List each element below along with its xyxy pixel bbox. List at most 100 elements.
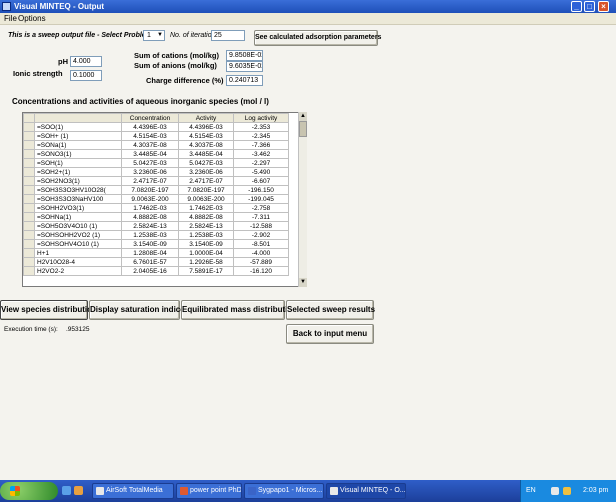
- menu-bar: File Options: [0, 13, 616, 25]
- charge-difference-label: Charge difference (%): [146, 76, 224, 85]
- row-selector[interactable]: [23, 140, 35, 150]
- log-activity-cell: -199.045: [233, 194, 289, 204]
- back-to-input-menu-button[interactable]: Back to input menu: [286, 324, 374, 344]
- activity-cell: 4.3037E-08: [178, 140, 234, 150]
- table-row[interactable]: =SONa(1) 4.3037E-08 4.3037E-08 -7.366: [23, 140, 289, 150]
- log-activity-column-header[interactable]: Log activity: [233, 113, 289, 123]
- quicklaunch-browser-icon[interactable]: [62, 486, 71, 495]
- activity-cell: 2.5824E-13: [178, 221, 234, 231]
- table-row[interactable]: =SOH+ (1) 4.5154E-03 4.5154E-03 -2.345: [23, 131, 289, 141]
- table-row[interactable]: =SOHH2VO3(1) 1.7462E-03 1.7462E-03 -2.758: [23, 203, 289, 213]
- table-row[interactable]: =SOH5O3V4O10 (1) 2.5824E-13 2.5824E-13 -12.…: [23, 221, 289, 231]
- table-row[interactable]: =SOH2NO3(1) 2.4717E-07 2.4717E-07 -6.607: [23, 176, 289, 186]
- activity-cell: 2.4717E-07: [178, 176, 234, 186]
- start-button[interactable]: [0, 482, 58, 500]
- language-indicator[interactable]: EN: [526, 487, 536, 494]
- problem-select[interactable]: 1 ▼: [143, 30, 165, 41]
- view-species-distribution-button[interactable]: View species distribution: [0, 300, 97, 320]
- species-cell: =SONa(1): [34, 140, 122, 150]
- table-row[interactable]: =SOH(1) 5.0427E-03 5.0427E-03 -2.297: [23, 158, 289, 168]
- row-selector[interactable]: [23, 158, 35, 168]
- row-selector[interactable]: [23, 167, 35, 177]
- row-selector[interactable]: [23, 185, 35, 195]
- species-cell: =SOH5O3V4O10 (1): [34, 221, 122, 231]
- row-selector[interactable]: [23, 194, 35, 204]
- table-row[interactable]: H2V10O28-4 6.7601E-57 1.2926E-58 -57.889: [23, 257, 289, 267]
- close-icon[interactable]: ×: [598, 1, 609, 12]
- taskbar-item-airsoft[interactable]: AirSoft TotalMedia: [92, 483, 174, 499]
- sweep-label: This is a sweep output file - Select Pro…: [8, 32, 165, 39]
- table-row[interactable]: =SOH3S3O3HV10O28(7.0820E-197 7.0820E-197-…: [23, 185, 289, 195]
- activity-cell: 3.4485E-04: [178, 149, 234, 159]
- table-row[interactable]: =SOH2+(1) 3.2360E-06 3.2360E-06 -5.490: [23, 167, 289, 177]
- execution-time-label: Execution time (s):: [4, 326, 58, 333]
- execution-time-value: .953125: [66, 326, 90, 333]
- species-cell: =SOH+ (1): [34, 131, 122, 141]
- chevron-down-icon: ▼: [157, 32, 163, 38]
- table-row[interactable]: =SOHNa(1) 4.8882E-08 4.8882E-08 -7.311: [23, 212, 289, 222]
- species-table-heading: Concentrations and activities of aqueous…: [12, 97, 269, 106]
- concentration-cell: 4.8882E-08: [121, 212, 179, 222]
- row-selector[interactable]: [23, 149, 35, 159]
- row-selector[interactable]: [23, 212, 35, 222]
- row-selector[interactable]: [23, 221, 35, 231]
- row-selector[interactable]: [23, 122, 35, 132]
- scroll-down-icon[interactable]: ▼: [299, 278, 307, 287]
- row-selector[interactable]: [23, 131, 35, 141]
- quicklaunch-folder-icon[interactable]: [74, 486, 83, 495]
- activity-cell: 4.5154E-03: [178, 131, 234, 141]
- table-row[interactable]: H+1 1.2808E-04 1.0000E-04 -4.000: [23, 248, 289, 258]
- selected-sweep-results-button[interactable]: Selected sweep results: [286, 300, 375, 320]
- row-selector[interactable]: [23, 203, 35, 213]
- menu-file[interactable]: File: [4, 14, 17, 23]
- ph-label: pH: [58, 57, 68, 66]
- species-column-header[interactable]: [34, 113, 122, 123]
- concentration-cell: 4.5154E-03: [121, 131, 179, 141]
- row-selector[interactable]: [23, 230, 35, 240]
- row-selector[interactable]: [23, 239, 35, 249]
- anions-field: 9.6035E-02: [226, 61, 263, 72]
- minimize-icon[interactable]: _: [571, 1, 582, 12]
- species-cell: =SOO(1): [34, 122, 122, 132]
- equilibrated-mass-distribution-button[interactable]: Equilibrated mass distribution: [181, 300, 297, 320]
- concentration-cell: 3.1540E-09: [121, 239, 179, 249]
- tray-network-icon[interactable]: [551, 487, 559, 495]
- cations-field: 9.8508E-02: [226, 50, 263, 61]
- menu-options[interactable]: Options: [18, 14, 46, 23]
- activity-cell: 7.0820E-197: [178, 185, 234, 195]
- taskbar-item-word[interactable]: Sygpapo1 - Micros...: [244, 483, 324, 499]
- taskbar-item-visual-minteq[interactable]: Visual MINTEQ - O...: [326, 483, 406, 499]
- table-row[interactable]: =SONO3(1) 3.4485E-04 3.4485E-04 -3.462: [23, 149, 289, 159]
- concentration-cell: 4.4396E-03: [121, 122, 179, 132]
- row-selector[interactable]: [23, 248, 35, 258]
- concentration-cell: 6.7601E-57: [121, 257, 179, 267]
- adsorption-params-button[interactable]: See calculated adsorption parameters: [254, 30, 381, 46]
- table-row[interactable]: =SOHSOHH2VO2 (1) 1.2538E-03 1.2538E-03 -2.9…: [23, 230, 289, 240]
- maximize-icon[interactable]: □: [584, 1, 595, 12]
- table-row[interactable]: =SOHSOHV4O10 (1) 3.1540E-09 3.1540E-09 -8.5…: [23, 239, 289, 249]
- table-row[interactable]: =SOO(1) 4.4396E-03 4.4396E-03 -2.353: [23, 122, 289, 132]
- activity-cell: 9.0063E-200: [178, 194, 234, 204]
- scroll-up-icon[interactable]: ▲: [299, 112, 307, 121]
- species-table[interactable]: Concentration Activity Log activity =SOO…: [22, 112, 306, 287]
- table-row[interactable]: H2VO2-2 2.0405E-16 7.5891E-17 -16.120: [23, 266, 289, 276]
- ph-field: 4.000: [70, 56, 102, 67]
- row-selector[interactable]: [23, 176, 35, 186]
- table-row[interactable]: =SOH3S3O3NaHV100 9.0063E-200 9.0063E-200 -1…: [23, 194, 289, 204]
- log-activity-cell: -196.150: [233, 185, 289, 195]
- scroll-thumb[interactable]: [299, 121, 307, 137]
- log-activity-cell: -5.490: [233, 167, 289, 177]
- row-selector[interactable]: [23, 266, 35, 276]
- display-saturation-indices-button[interactable]: Display saturation indices: [89, 300, 189, 320]
- ionic-strength-field: 0.1000: [70, 70, 102, 81]
- charge-difference-field: 0.240713: [226, 75, 263, 86]
- concentration-column-header[interactable]: Concentration: [121, 113, 179, 123]
- tray-volume-icon[interactable]: [563, 487, 571, 495]
- species-cell: H+1: [34, 248, 122, 258]
- activity-column-header[interactable]: Activity: [178, 113, 234, 123]
- table-scrollbar[interactable]: ▲ ▼: [298, 112, 307, 287]
- row-selector[interactable]: [23, 257, 35, 267]
- species-cell: =SOH2NO3(1): [34, 176, 122, 186]
- table-header-row: Concentration Activity Log activity: [23, 113, 289, 123]
- taskbar-item-powerpoint[interactable]: power point PhD: [176, 483, 242, 499]
